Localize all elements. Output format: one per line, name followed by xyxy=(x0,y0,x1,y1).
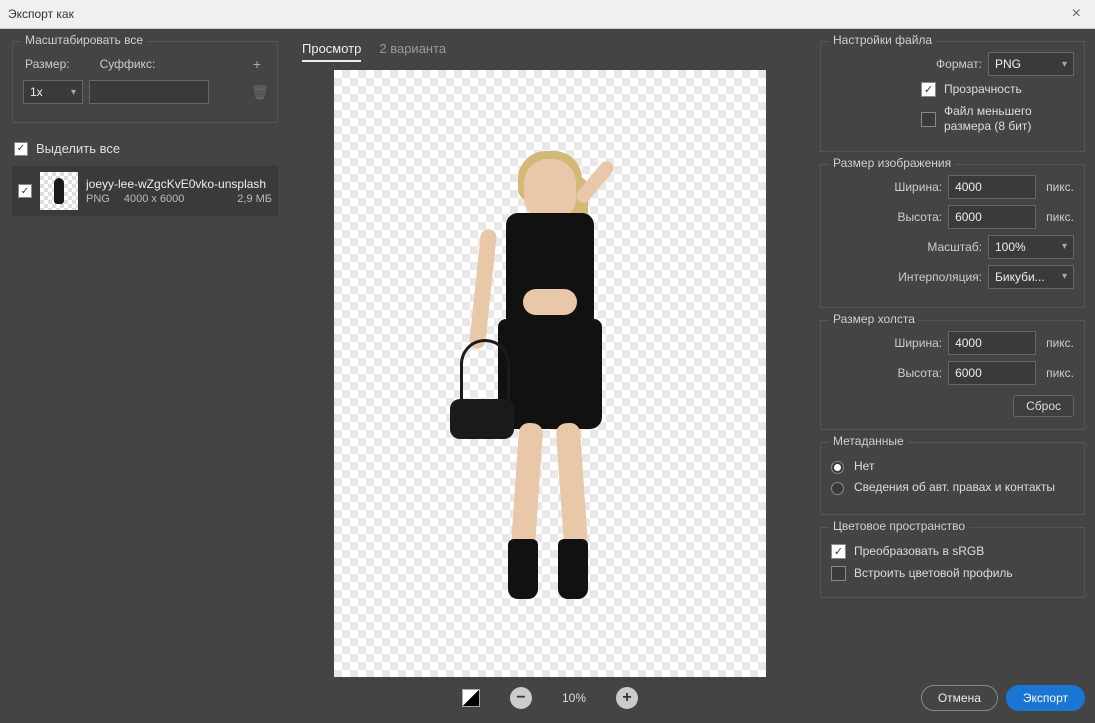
select-all-checkbox[interactable] xyxy=(14,142,28,156)
file-dims: 4000 x 6000 xyxy=(124,193,185,205)
embed-profile-checkbox[interactable] xyxy=(831,566,846,581)
center-panel: Просмотр 2 варианта − 10% + xyxy=(290,29,810,723)
metadata-none-radio[interactable] xyxy=(831,461,844,474)
export-button[interactable]: Экспорт xyxy=(1006,685,1085,711)
color-space-title: Цветовое пространство xyxy=(829,519,969,533)
image-size-panel: Размер изображения Ширина: пикс. Высота:… xyxy=(820,164,1085,308)
transparency-label: Прозрачность xyxy=(944,82,1074,98)
canvas-width-label: Ширина: xyxy=(872,336,942,350)
canvas-size-panel: Размер холста Ширина: пикс. Высота: пикс… xyxy=(820,320,1085,430)
zoom-out-button[interactable]: − xyxy=(510,687,532,709)
suffix-input[interactable] xyxy=(89,80,209,104)
right-panel: Настройки файла Формат: PNG ▾ Прозрачност… xyxy=(810,29,1095,723)
canvas-height-unit: пикс. xyxy=(1046,366,1074,380)
convert-srgb-checkbox[interactable] xyxy=(831,544,846,559)
size-value: 1x xyxy=(30,85,43,99)
file-size: 2,9 МБ xyxy=(237,193,272,205)
contrast-icon[interactable] xyxy=(462,689,480,707)
interp-value: Бикуби... xyxy=(995,270,1045,284)
canvas-height-label: Высота: xyxy=(872,366,942,380)
tab-variants[interactable]: 2 варианта xyxy=(379,41,446,62)
file-name: joeyy-lee-wZgcKvE0vko-unsplash xyxy=(86,177,272,191)
suffix-label: Суффикс: xyxy=(100,57,156,71)
zoom-value: 10% xyxy=(562,691,586,705)
scale-select[interactable]: 100% ▾ xyxy=(988,235,1074,259)
close-icon[interactable]: × xyxy=(1066,5,1087,23)
width-unit: пикс. xyxy=(1046,180,1074,194)
format-value: PNG xyxy=(995,57,1021,71)
cancel-button[interactable]: Отмена xyxy=(921,685,998,711)
metadata-copyright-label: Сведения об авт. правах и контакты xyxy=(854,480,1074,496)
preview-image xyxy=(425,139,675,609)
height-label: Высота: xyxy=(872,210,942,224)
reset-button[interactable]: Сброс xyxy=(1013,395,1074,417)
file-thumbnail xyxy=(40,172,78,210)
image-width-input[interactable] xyxy=(948,175,1036,199)
file-settings-panel: Настройки файла Формат: PNG▾ Прозрачност… xyxy=(820,41,1085,152)
width-label: Ширина: xyxy=(872,180,942,194)
chevron-down-icon: ▾ xyxy=(1062,241,1067,252)
smaller-file-label: Файл меньшего размера (8 бит) xyxy=(944,104,1074,135)
add-icon[interactable]: + xyxy=(249,56,265,72)
metadata-title: Метаданные xyxy=(829,434,908,448)
canvas-width-input[interactable] xyxy=(948,331,1036,355)
scale-all-panel: Масштабировать все Размер: Суффикс: + 1x… xyxy=(12,41,278,123)
scale-all-title: Масштабировать все xyxy=(21,33,147,47)
select-all-label: Выделить все xyxy=(36,141,120,156)
canvas-width-unit: пикс. xyxy=(1046,336,1074,350)
zoom-in-button[interactable]: + xyxy=(616,687,638,709)
file-settings-title: Настройки файла xyxy=(829,33,936,47)
window-title: Экспорт как xyxy=(8,7,74,21)
tab-preview[interactable]: Просмотр xyxy=(302,41,361,62)
smaller-file-checkbox[interactable] xyxy=(921,112,936,127)
metadata-panel: Метаданные Нет Сведения об авт. правах и… xyxy=(820,442,1085,515)
file-list-item[interactable]: joeyy-lee-wZgcKvE0vko-unsplash PNG 4000 … xyxy=(12,166,278,216)
trash-icon[interactable]: 🗑 xyxy=(251,84,267,101)
titlebar: Экспорт как × xyxy=(0,0,1095,29)
size-select[interactable]: 1x ▾ xyxy=(23,80,83,104)
left-panel: Масштабировать все Размер: Суффикс: + 1x… xyxy=(0,29,290,723)
metadata-copyright-radio[interactable] xyxy=(831,482,844,495)
chevron-down-icon: ▾ xyxy=(71,87,76,98)
canvas-size-title: Размер холста xyxy=(829,312,919,326)
file-checkbox[interactable] xyxy=(18,184,32,198)
embed-profile-label: Встроить цветовой профиль xyxy=(854,566,1074,582)
scale-label: Масштаб: xyxy=(912,240,982,254)
scale-value: 100% xyxy=(995,240,1026,254)
metadata-none-label: Нет xyxy=(854,459,1074,475)
chevron-down-icon: ▾ xyxy=(1062,59,1067,70)
format-select[interactable]: PNG ▾ xyxy=(988,52,1074,76)
height-unit: пикс. xyxy=(1046,210,1074,224)
image-size-title: Размер изображения xyxy=(829,156,955,170)
file-format: PNG xyxy=(86,193,110,205)
image-height-input[interactable] xyxy=(948,205,1036,229)
convert-srgb-label: Преобразовать в sRGB xyxy=(854,544,1074,560)
transparency-checkbox[interactable] xyxy=(921,82,936,97)
interp-select[interactable]: Бикуби... ▾ xyxy=(988,265,1074,289)
canvas-height-input[interactable] xyxy=(948,361,1036,385)
color-space-panel: Цветовое пространство Преобразовать в sR… xyxy=(820,527,1085,598)
interp-label: Интерполяция: xyxy=(898,270,982,284)
format-label: Формат: xyxy=(912,57,982,71)
preview-canvas[interactable] xyxy=(334,70,766,677)
size-label: Размер: xyxy=(25,57,70,71)
chevron-down-icon: ▾ xyxy=(1062,271,1067,282)
